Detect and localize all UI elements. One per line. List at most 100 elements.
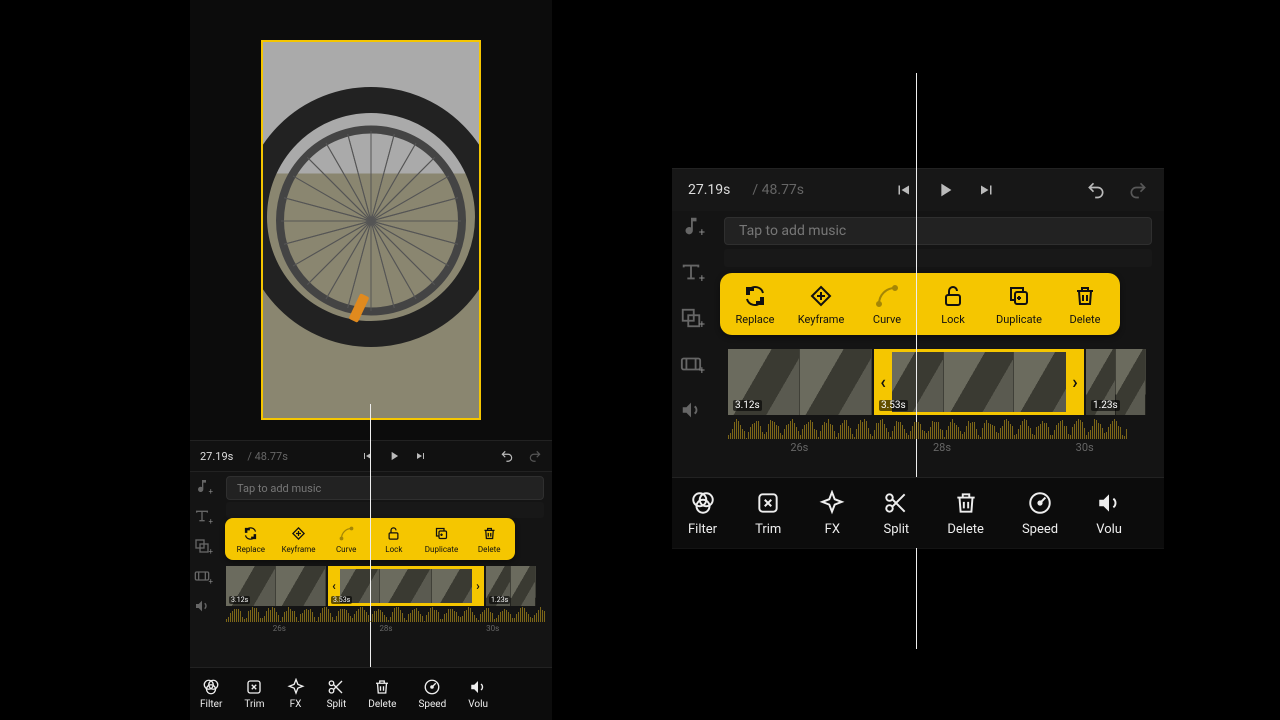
toolbar-speed-button[interactable]: Speed [418,678,446,710]
ctx-label: Duplicate [996,313,1042,326]
toolbar-split-button[interactable]: Split [327,678,347,710]
preview-frame[interactable] [261,40,481,420]
music-layer-icon[interactable]: + [194,478,210,494]
play-button[interactable] [934,179,956,201]
audio-waveform [226,610,546,622]
delete-icon [482,525,497,543]
volume-icon [469,678,487,696]
overlay-layer-icon[interactable]: + [194,538,210,554]
music-track-placeholder[interactable]: Tap to add music [724,217,1152,245]
time-tick: 30s [439,624,546,638]
timeline-clip[interactable]: ‹›3.53s [874,349,1084,415]
audio-layer-icon[interactable] [680,399,702,421]
clip-duration: 3.53s [879,400,908,411]
ctx-label: Curve [873,313,901,326]
toolbar-filter-button[interactable]: Filter [688,490,717,537]
timeline-clip[interactable]: 1.23s [1086,349,1146,415]
trim-icon [755,490,781,516]
toolbar-label: Trim [244,699,264,710]
toolbar-filter-button[interactable]: Filter [200,678,222,710]
bottom-toolbar: Filter Trim FX Split Delete Speed Volu [190,667,552,720]
ctx-delete-button[interactable]: Delete [1052,283,1118,326]
delete-icon [1073,283,1097,309]
duplicate-icon [434,525,449,543]
video-layer-icon[interactable]: + [194,568,210,584]
playhead[interactable] [916,73,917,649]
next-clip-button[interactable] [978,181,996,199]
audio-layer-icon[interactable] [194,598,210,614]
music-track-placeholder[interactable]: Tap to add music [226,476,544,500]
trim-handle-right[interactable]: › [472,566,484,606]
ctx-delete-button[interactable]: Delete [465,525,513,554]
timeline-clip[interactable]: ‹›3.53s [328,566,484,606]
clip-duration: 3.12s [733,400,762,411]
redo-button[interactable] [528,449,542,463]
video-layer-icon[interactable]: + [680,353,702,375]
ctx-replace-button[interactable]: Replace [722,283,788,326]
toolbar-fx-button[interactable]: FX [819,490,845,537]
toolbar-trim-button[interactable]: Trim [244,678,264,710]
ctx-curve-button[interactable]: Curve [854,283,920,326]
time-tick: 28s [333,624,440,638]
ctx-label: Duplicate [425,545,458,554]
timeline-clip[interactable]: 3.12s [226,566,326,606]
layer-type-icons: + + + + [680,215,702,421]
toolbar-label: Volu [1096,522,1122,537]
toolbar-fx-button[interactable]: FX [287,678,305,710]
clip-context-menu: Replace Keyframe Curve Lock Duplicate Delete [720,273,1120,335]
redo-button[interactable] [1128,180,1148,200]
ctx-keyframe-button[interactable]: Keyframe [275,525,323,554]
play-button[interactable] [387,449,401,463]
bicycle-spokes [281,131,461,311]
text-layer-icon[interactable]: + [680,261,702,283]
text-layer-icon[interactable]: + [194,508,210,524]
overlay-layer-icon[interactable]: + [680,307,702,329]
ctx-duplicate-button[interactable]: Duplicate [418,525,466,554]
ctx-label: Keyframe [798,313,845,326]
ctx-label: Keyframe [282,545,316,554]
volume-icon [1096,490,1122,516]
ctx-label: Replace [237,545,265,554]
clip-duration: 3.12s [229,596,250,604]
duplicate-icon [1007,283,1031,309]
next-clip-button[interactable] [415,450,427,462]
timeline-clips[interactable]: 3.12s‹›3.53s1.23s [728,349,1156,415]
undo-button[interactable] [1086,180,1106,200]
ctx-duplicate-button[interactable]: Duplicate [986,283,1052,326]
preview-area [190,0,552,440]
prev-clip-button[interactable] [361,450,373,462]
ctx-curve-button[interactable]: Curve [322,525,370,554]
text-track-placeholder[interactable] [724,249,1152,267]
toolbar-volume-button[interactable]: Volu [1096,490,1122,537]
trim-handle-right[interactable]: › [1066,349,1084,415]
toolbar-speed-button[interactable]: Speed [1022,490,1058,537]
ctx-label: Lock [385,545,402,554]
speed-icon [423,678,441,696]
music-layer-icon[interactable]: + [680,215,702,237]
ctx-keyframe-button[interactable]: Keyframe [788,283,854,326]
toolbar-delete-button[interactable]: Delete [368,678,396,710]
timeline-clip[interactable]: 1.23s [486,566,536,606]
ctx-lock-button[interactable]: Lock [920,283,986,326]
clip-duration: 1.23s [1091,400,1120,411]
toolbar-label: Filter [688,522,717,537]
ctx-lock-button[interactable]: Lock [370,525,418,554]
timeline-clips[interactable]: 3.12s‹›3.53s1.23s [226,566,546,606]
ctx-label: Delete [1070,313,1101,326]
text-track-placeholder[interactable] [226,502,544,518]
toolbar-volume-button[interactable]: Volu [468,678,488,710]
toolbar-delete-button[interactable]: Delete [947,490,984,537]
clip-duration: 3.53s [331,596,352,604]
editor-panel-left: 27.19s / 48.77s + + + + Tap to add music [190,0,552,720]
undo-button[interactable] [500,449,514,463]
speed-icon [1027,490,1053,516]
toolbar-trim-button[interactable]: Trim [755,490,781,537]
timeline-clip[interactable]: 3.12s [728,349,872,415]
timeline-area: + + + + Tap to add music Replace Keyframe… [190,471,552,692]
toolbar-split-button[interactable]: Split [883,490,909,537]
toolbar-label: Split [327,699,347,710]
toolbar-label: FX [290,699,302,710]
clip-duration: 1.23s [489,596,510,604]
ctx-replace-button[interactable]: Replace [227,525,275,554]
prev-clip-button[interactable] [894,181,912,199]
